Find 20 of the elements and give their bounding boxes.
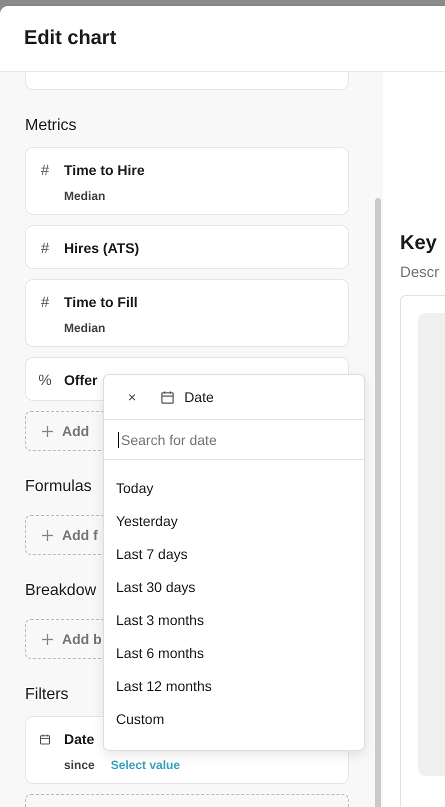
metric-type-icon: # [39, 294, 51, 310]
item-name: Time to Fill [64, 294, 138, 310]
aggregation-label: Median [64, 321, 106, 335]
item-name: Time to Hire [64, 162, 145, 178]
section-heading: Breakdow [25, 581, 96, 601]
metric-type-icon: % [39, 372, 51, 388]
field-label: Date [184, 389, 214, 405]
item-name: Offer [64, 372, 98, 388]
metric-type-icon: # [39, 162, 51, 178]
section-heading: Metrics [25, 116, 77, 136]
section-heading: Formulas [25, 477, 92, 497]
metric-type-icon: # [39, 240, 51, 256]
chart-description: Descr [400, 264, 440, 281]
item-name: Hires (ATS) [64, 240, 140, 256]
chart-title: Key [400, 232, 438, 255]
operator-label: since [64, 758, 95, 772]
section-heading: Filters [25, 685, 69, 705]
item-name: Date [64, 731, 94, 747]
aggregation-label: Median [64, 189, 106, 203]
window-title: Edit chart [24, 27, 116, 50]
